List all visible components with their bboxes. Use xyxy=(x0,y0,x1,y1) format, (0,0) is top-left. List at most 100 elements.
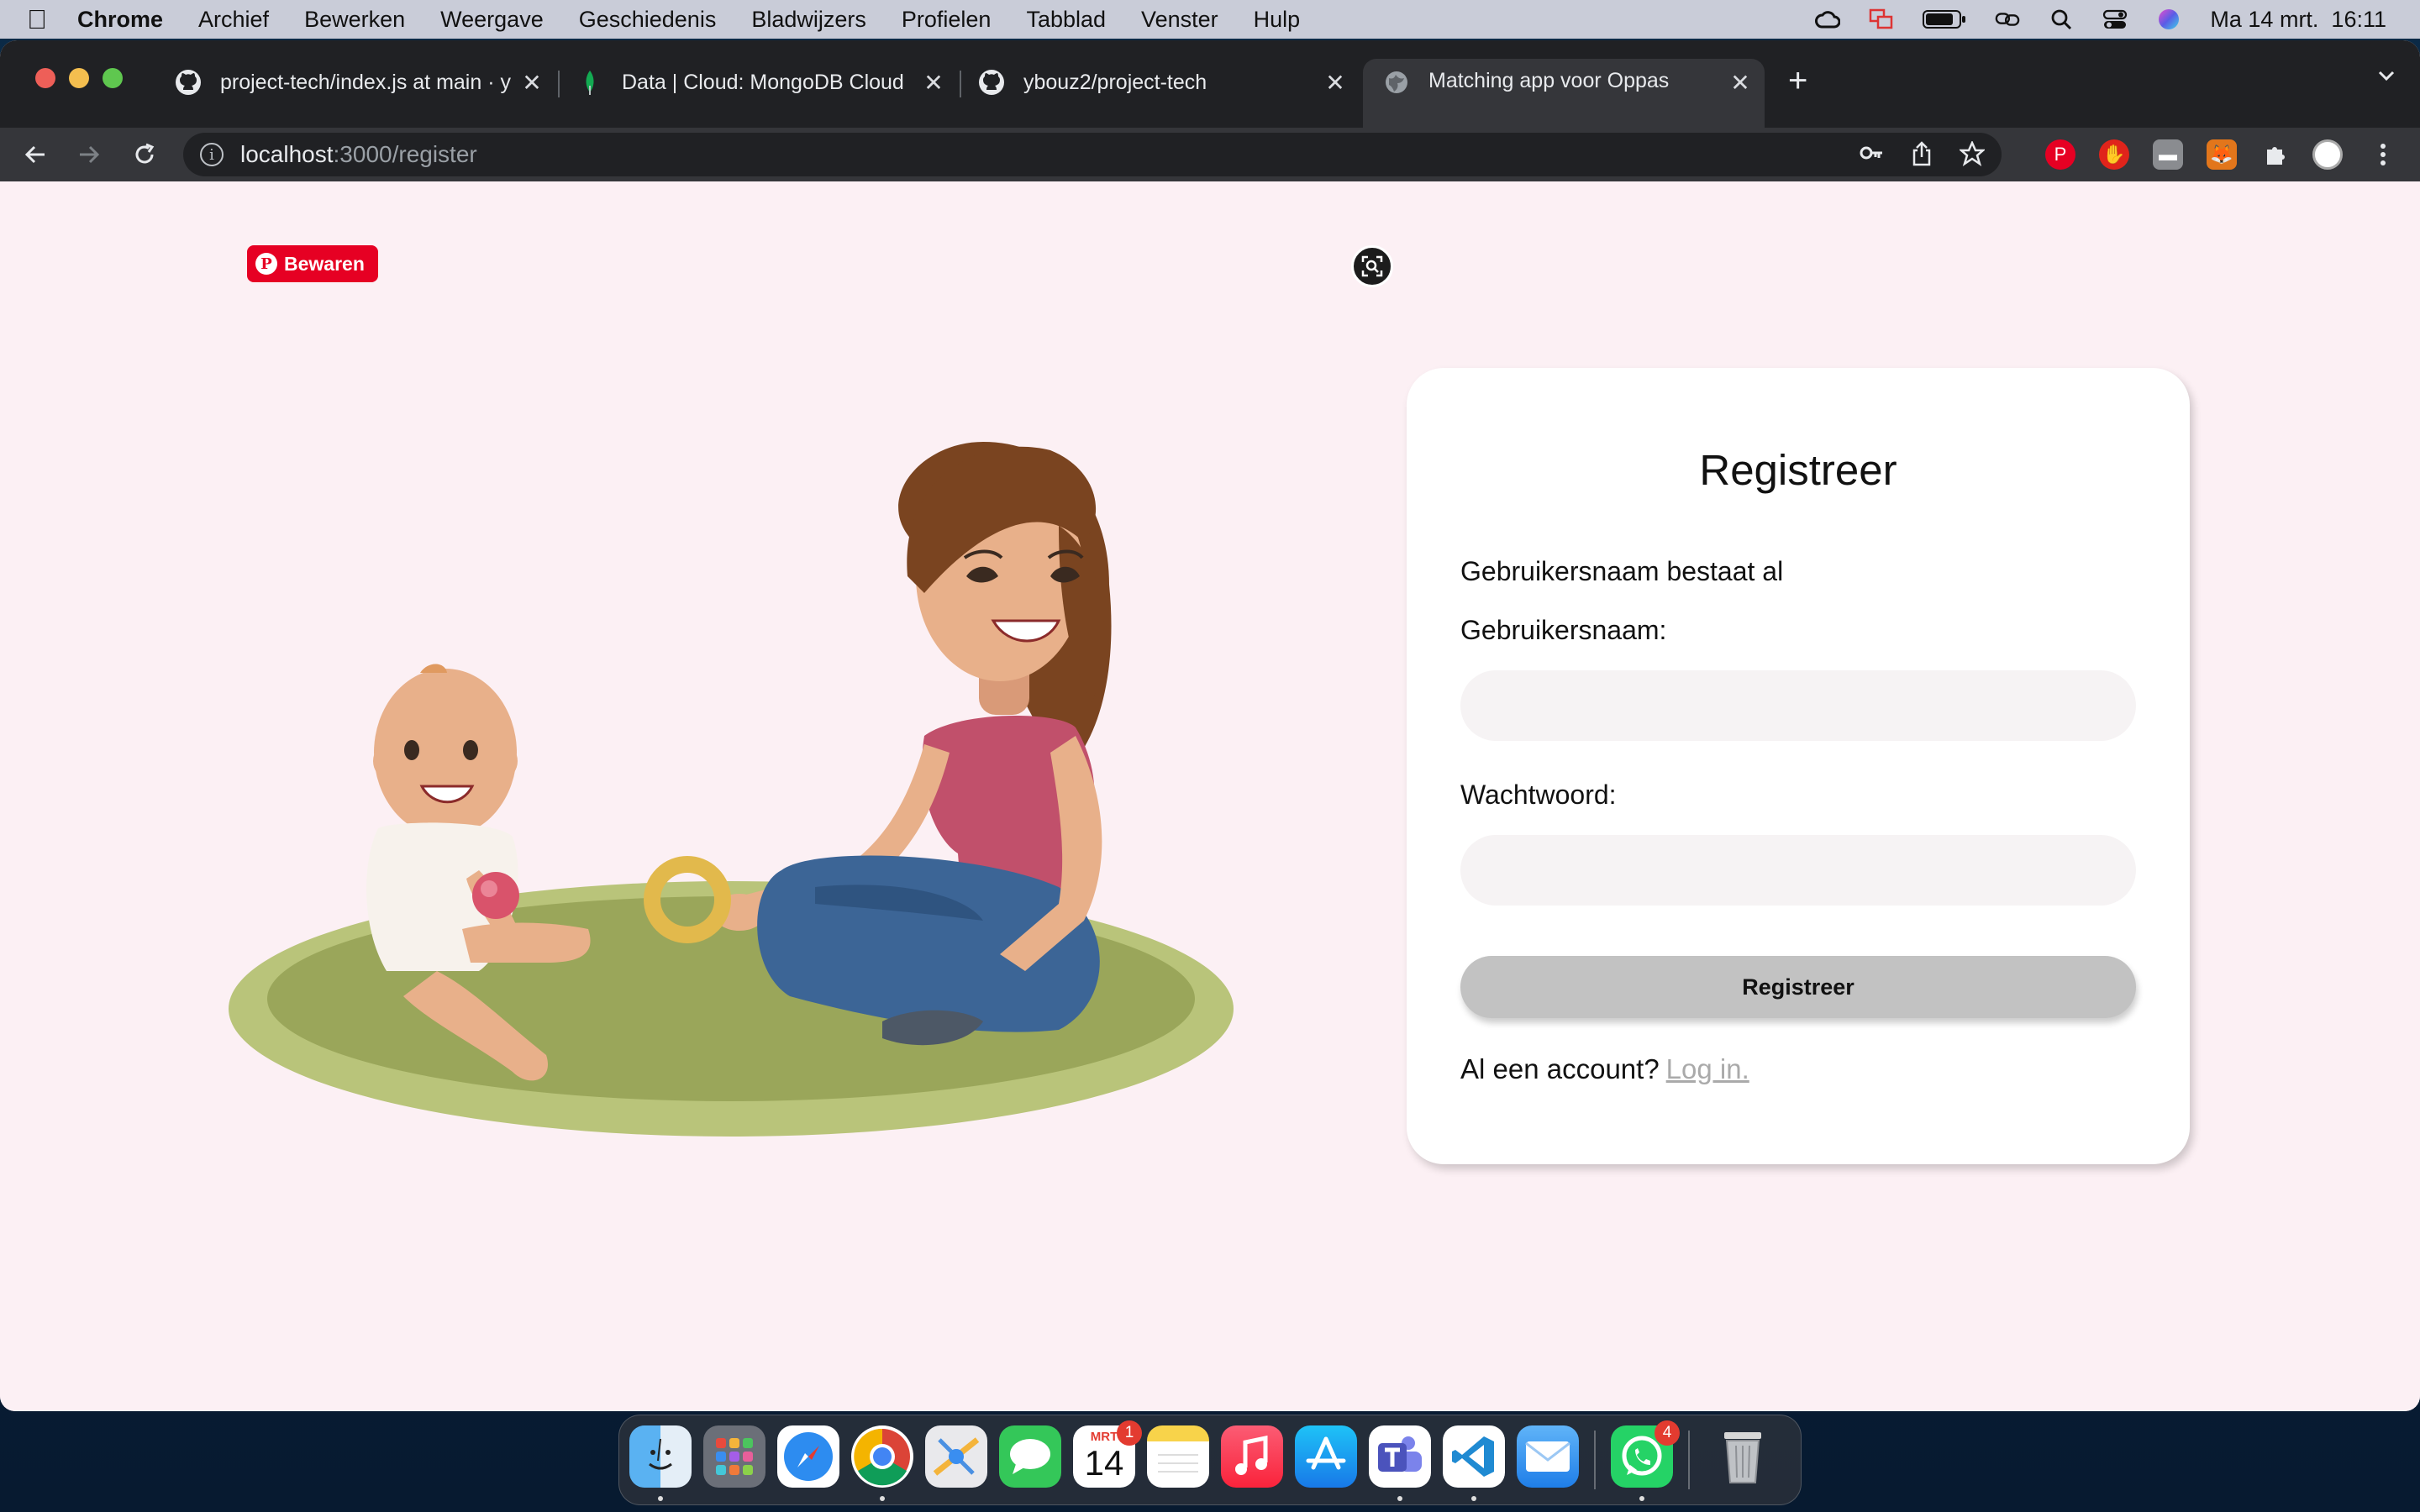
metamask-fox-icon[interactable]: 🦊 xyxy=(2207,139,2237,170)
apple-menu-icon[interactable]:  xyxy=(27,4,77,35)
login-link[interactable]: Log in. xyxy=(1666,1053,1749,1084)
site-info-icon[interactable]: i xyxy=(200,143,224,166)
github-icon xyxy=(175,69,202,96)
key-icon[interactable] xyxy=(1859,141,1884,172)
tab-github-index[interactable]: project-tech/index.js at main · y ✕ xyxy=(155,59,556,106)
link-icon[interactable] xyxy=(1995,8,2020,30)
teams-icon[interactable] xyxy=(1369,1425,1431,1488)
running-indicator xyxy=(1471,1496,1476,1501)
share-icon[interactable] xyxy=(1911,141,1933,172)
menu-bladwijzers[interactable]: Bladwijzers xyxy=(751,7,866,33)
minimize-window-button[interactable] xyxy=(69,68,89,88)
vscode-icon[interactable] xyxy=(1443,1425,1505,1488)
pinterest-save-label: Bewaren xyxy=(284,252,365,275)
creative-cloud-icon[interactable] xyxy=(1815,8,1841,30)
menubar-datetime[interactable]: Ma 14 mrt. 16:11 xyxy=(2210,7,2386,33)
web-page: P Bewaren Registreer Gebruikersnaam best… xyxy=(0,181,2420,1411)
tab-mongodb[interactable]: Data | Cloud: MongoDB Cloud ✕ xyxy=(556,59,958,106)
running-indicator xyxy=(658,1496,663,1501)
battery-icon[interactable] xyxy=(1923,8,1966,30)
chrome-menu-icon[interactable] xyxy=(2368,139,2398,170)
tab-search-chevron-icon[interactable] xyxy=(2376,66,2396,92)
form-title: Registreer xyxy=(1699,446,1897,494)
new-tab-icon[interactable]: + xyxy=(1788,62,1807,100)
close-window-button[interactable] xyxy=(35,68,55,88)
launchpad-icon[interactable] xyxy=(703,1425,765,1488)
password-input[interactable] xyxy=(1460,835,2136,906)
github-icon xyxy=(978,69,1005,96)
menu-hulp[interactable]: Hulp xyxy=(1254,7,1301,33)
tab-github-repo[interactable]: ybouz2/project-tech ✕ xyxy=(958,59,1360,106)
calendar-icon[interactable]: MRT 14 1 xyxy=(1073,1420,1142,1488)
control-center-icon[interactable] xyxy=(2102,8,2128,30)
close-tab-icon[interactable]: ✕ xyxy=(519,69,544,97)
reload-icon[interactable] xyxy=(126,136,163,173)
calendar-badge: 1 xyxy=(1117,1420,1142,1446)
mail-icon[interactable] xyxy=(1517,1425,1579,1488)
error-message: Gebruikersnaam bestaat al xyxy=(1460,556,1784,586)
menu-geschiedenis[interactable]: Geschiedenis xyxy=(579,7,717,33)
dock-separator xyxy=(1594,1431,1596,1489)
tab-matching-app-active[interactable]: Matching app voor Oppas ✕ xyxy=(1363,59,1765,128)
chrome-icon[interactable] xyxy=(851,1425,913,1488)
dock-separator xyxy=(1688,1431,1690,1489)
close-tab-icon[interactable]: ✕ xyxy=(1728,69,1753,97)
music-icon[interactable] xyxy=(1221,1425,1283,1488)
url-host: localhost xyxy=(240,141,334,167)
pinterest-icon: P xyxy=(255,253,277,275)
calendar-day: 14 xyxy=(1084,1443,1124,1483)
running-indicator xyxy=(880,1496,885,1501)
adblock-extension-icon[interactable]: ✋ xyxy=(2099,139,2129,170)
app-store-icon[interactable] xyxy=(1295,1425,1357,1488)
mongodb-leaf-icon xyxy=(576,69,603,96)
menu-tabblad[interactable]: Tabblad xyxy=(1026,7,1106,33)
username-input[interactable] xyxy=(1460,670,2136,741)
trash-icon[interactable] xyxy=(1712,1425,1774,1488)
macos-dock: MRT 14 1 4 xyxy=(618,1415,1802,1505)
screen-mirroring-icon[interactable] xyxy=(1869,8,1894,30)
finder-icon[interactable] xyxy=(629,1425,692,1488)
register-card: Registreer Gebruikersnaam bestaat al Geb… xyxy=(1407,368,2190,1164)
menu-app-name[interactable]: Chrome xyxy=(77,7,163,33)
messages-icon[interactable] xyxy=(999,1425,1061,1488)
notes-icon[interactable] xyxy=(1147,1425,1209,1488)
menu-weergave[interactable]: Weergave xyxy=(440,7,544,33)
tab-title: project-tech/index.js at main · y xyxy=(220,70,511,94)
siri-icon[interactable] xyxy=(2156,8,2181,30)
tab-title: ybouz2/project-tech xyxy=(1023,70,1207,94)
register-submit-button[interactable]: Registreer xyxy=(1460,956,2136,1018)
menu-archief[interactable]: Archief xyxy=(198,7,269,33)
browser-window: project-tech/index.js at main · y ✕ Data… xyxy=(0,40,2420,1411)
menu-venster[interactable]: Venster xyxy=(1141,7,1218,33)
close-tab-icon[interactable]: ✕ xyxy=(1323,69,1348,97)
password-label: Wachtwoord: xyxy=(1460,780,1617,810)
tab-title: Matching app voor Oppas xyxy=(1428,69,1670,92)
running-indicator xyxy=(1639,1496,1644,1501)
maps-icon[interactable] xyxy=(925,1425,987,1488)
macos-menu-bar:  Chrome Archief Bewerken Weergave Gesch… xyxy=(0,0,2420,39)
tab-title: Data | Cloud: MongoDB Cloud xyxy=(622,70,904,94)
forward-arrow-icon[interactable] xyxy=(71,136,108,173)
back-arrow-icon[interactable] xyxy=(17,136,54,173)
extension-icon[interactable]: ▬ xyxy=(2153,139,2183,170)
fullscreen-window-button[interactable] xyxy=(103,68,123,88)
menu-bewerken[interactable]: Bewerken xyxy=(304,7,405,33)
safari-icon[interactable] xyxy=(777,1425,839,1488)
profile-avatar[interactable] xyxy=(2312,139,2343,170)
username-label: Gebruikersnaam: xyxy=(1460,615,1667,645)
close-tab-icon[interactable]: ✕ xyxy=(921,69,946,97)
calendar-month: MRT xyxy=(1090,1430,1118,1444)
login-prompt-text: Al een account? xyxy=(1460,1053,1660,1084)
babysitter-illustration xyxy=(229,442,1234,1137)
running-indicator xyxy=(1397,1496,1402,1501)
whatsapp-icon[interactable]: 4 xyxy=(1611,1420,1680,1488)
bookmark-star-icon[interactable] xyxy=(1958,139,1986,172)
menu-profielen[interactable]: Profielen xyxy=(902,7,992,33)
address-bar[interactable]: i localhost :3000/register xyxy=(183,133,2002,176)
spotlight-search-icon[interactable] xyxy=(2049,8,2074,30)
google-lens-icon[interactable] xyxy=(1351,245,1393,287)
pinterest-extension-icon[interactable]: P xyxy=(2045,139,2075,170)
globe-icon xyxy=(1383,69,1410,96)
extensions-puzzle-icon[interactable] xyxy=(2260,139,2291,170)
pinterest-save-button[interactable]: P Bewaren xyxy=(247,245,378,282)
